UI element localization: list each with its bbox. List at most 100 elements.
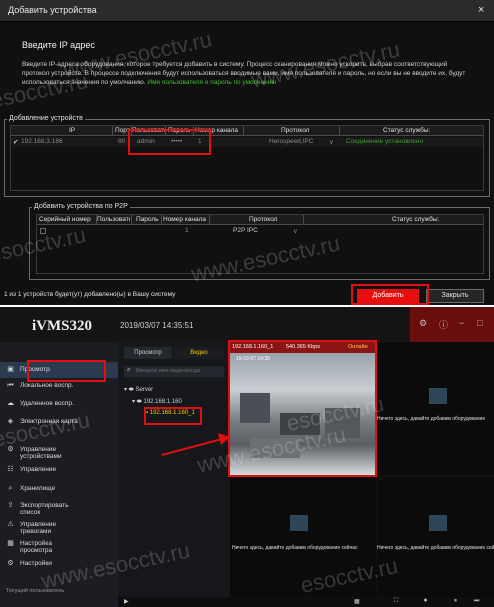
monitor-icon: ▣ [7,366,14,373]
col-ip: IP [69,127,76,134]
tab-preview[interactable]: Просмотр [124,347,172,359]
empty-cell-message: Ничего здесь, давайте добавим оборудован… [377,416,486,422]
maximize-icon[interactable]: □ [477,318,482,328]
add-button-highlight [351,284,429,305]
sidebar-item-label: Локальное воспр. [20,382,74,389]
gear-icon: ⚙ [7,560,14,567]
chevron-down-icon[interactable]: ∨ [293,227,298,235]
credentials-highlight [128,129,211,155]
ip-devices-group: Добавление устройств IP Порт Пользовател… [4,115,490,197]
col-p2p-user: Пользователь [97,216,130,223]
summary-text: 1 из 1 устройств будет(ут) добавлено(ы) … [4,291,176,298]
tree-device-label: 192.168.1.160 [143,399,182,405]
sidebar-item-label: Управление тревогами [20,521,57,535]
search-placeholder: Введите имя видеовхода [136,368,201,374]
layout-icon[interactable]: ▦ [354,598,360,605]
close-icon[interactable]: × [478,4,484,16]
camera-placeholder-icon [429,388,447,404]
col-serial: Серийный номер [39,216,91,223]
sidebar-item-label: Электронная карта [20,418,78,425]
app-bottom-toolbar: ▶ ▦ ⛶ ⏺ ⏸ ⏭ [118,597,494,607]
sidebar-item-label: Экспортировать список [20,502,69,516]
storage-icon: ⌕ [8,485,13,492]
channel-highlight [144,407,202,425]
sidebar-item-label: Хранилище [20,485,56,492]
export-icon: ⇪ [7,502,14,509]
row-checkbox[interactable] [40,228,46,234]
empty-cell-message: Ничего здесь, давайте добавим оборудован… [377,545,494,551]
table-row[interactable]: 1 P2P IPC ∨ [37,226,483,236]
sidebar-item-label: Управление [20,466,57,473]
tree-device[interactable]: ▾ ⬬ 192.168.1.160 [132,398,182,406]
col-p2p-status: Статус службы: [392,216,440,223]
minimize-icon[interactable]: − [459,318,464,328]
p2p-devices-group: Добавить устройства по P2P Серийный номе… [29,203,490,280]
sidebar-item-remote-playback[interactable]: ☁ Удаленное воспр. [0,396,118,412]
video-highlight [228,340,377,477]
col-p2p-password: Пароль [136,216,159,223]
sidebar-item-label: Настройка просмотра [20,540,53,554]
tree-server[interactable]: ▾ ⬬ Server [124,386,153,394]
col-p2p-channel: Номер канала [163,216,207,223]
empty-video-cell[interactable]: Ничего здесь, давайте добавим оборудован… [377,342,494,475]
cloud-icon: ☁ [7,400,14,407]
col-status: Статус службы: [383,127,431,134]
fullscreen-icon[interactable]: ⛶ [394,598,398,605]
cursor-icon[interactable]: ▶ [124,598,129,605]
dialog-title: Добавить устройства [8,5,97,15]
add-devices-dialog: Добавить устройства × Введите IP адрес В… [0,0,494,305]
datetime: 2019/03/07 14:35:51 [120,321,194,330]
ip-table-header: IP Порт Пользователь Пароль Номер канала… [11,126,483,136]
app-topbar: iVMS320 2019/03/07 14:35:51 ⚙ ⓘ − □ [0,307,494,342]
search-icon: ⌕ [127,367,131,373]
search-input[interactable]: ⌕ Введите имя видеовхода [124,366,224,377]
sidebar-item-management[interactable]: ☷ Управление [0,462,118,478]
p2p-row-channel: 1 [185,227,189,234]
playback-icon: ⏮ [7,382,14,389]
next-icon[interactable]: ⏭ [474,598,479,605]
info-icon[interactable]: ⓘ [439,318,448,331]
map-icon: ◈ [7,418,14,425]
default-credentials-link[interactable]: Имя пользователя и пароль по умолчанию [147,79,276,86]
p2p-group-label: Добавить устройства по P2P [32,203,130,210]
p2p-table-header: Серийный номер Пользователь Пароль Номер… [37,215,483,225]
tab-video[interactable]: Видео [174,347,224,359]
ivms-app-window: iVMS320 2019/03/07 14:35:51 ⚙ ⓘ − □ ▣ Пр… [0,307,494,607]
preview-highlight [27,360,106,382]
p2p-row-protocol[interactable]: P2P IPC [233,227,258,234]
ip-devices-table: IP Порт Пользователь Пароль Номер канала… [10,125,484,191]
gear-icon[interactable]: ⚙ [419,318,427,329]
row-protocol[interactable]: Herospeed,IPC [269,138,313,145]
sidebar-item-emap[interactable]: ◈ Электронная карта [0,414,118,430]
sidebar-item-alarms[interactable]: ⚠ Управление тревогами [0,517,118,537]
dialog-description: Введите IP-адреса оборудования, которое … [22,60,472,87]
sidebar-item-storage[interactable]: ⌕ Хранилище [0,481,118,497]
row-checkbox[interactable]: ✔ [13,138,18,146]
empty-video-cell[interactable]: Ничего здесь, давайте добавим оборудован… [230,477,376,597]
sidebar-item-settings[interactable]: ⚙ Настройки [0,556,118,572]
sidebar-item-label: Удаленное воспр. [20,400,74,407]
close-button[interactable]: Закрыть [426,289,484,303]
pause-icon[interactable]: ⏸ [454,598,457,605]
sidebar-item-view-settings[interactable]: ▦ Настройка просмотра [0,536,118,556]
p2p-devices-table: Серийный номер Пользователь Пароль Номер… [36,214,484,274]
record-icon[interactable]: ⏺ [424,598,427,605]
empty-cell-message: Ничего здесь, давайте добавим оборудован… [232,545,358,551]
ip-group-label: Добавление устройств [7,115,85,122]
chevron-down-icon[interactable]: ∨ [329,138,334,146]
sidebar-item-label: Управление устройствами [20,446,62,460]
sidebar-item-device-management[interactable]: ⚙ Управление устройствами [0,442,118,462]
app-brand: iVMS320 [32,318,92,334]
arrow-icon [161,433,230,456]
table-row[interactable]: ✔ 192.168.3.186 80 admin ••••• 1 Herospe… [11,137,483,147]
row-port: 80 [118,138,126,145]
current-user: Текущий пользователь [6,588,65,594]
row-status: Соединение установлено [346,138,424,145]
col-p2p-protocol: Протокол [249,216,278,223]
device-icon: ⚙ [7,446,14,453]
sidebar-item-export[interactable]: ⇪ Экспортировать список [0,498,118,518]
tree-server-label: Server [135,387,154,393]
user-icon: ☷ [7,466,14,473]
grid-icon: ▦ [7,540,14,547]
empty-video-cell[interactable]: Ничего здесь, давайте добавим оборудован… [377,477,494,597]
